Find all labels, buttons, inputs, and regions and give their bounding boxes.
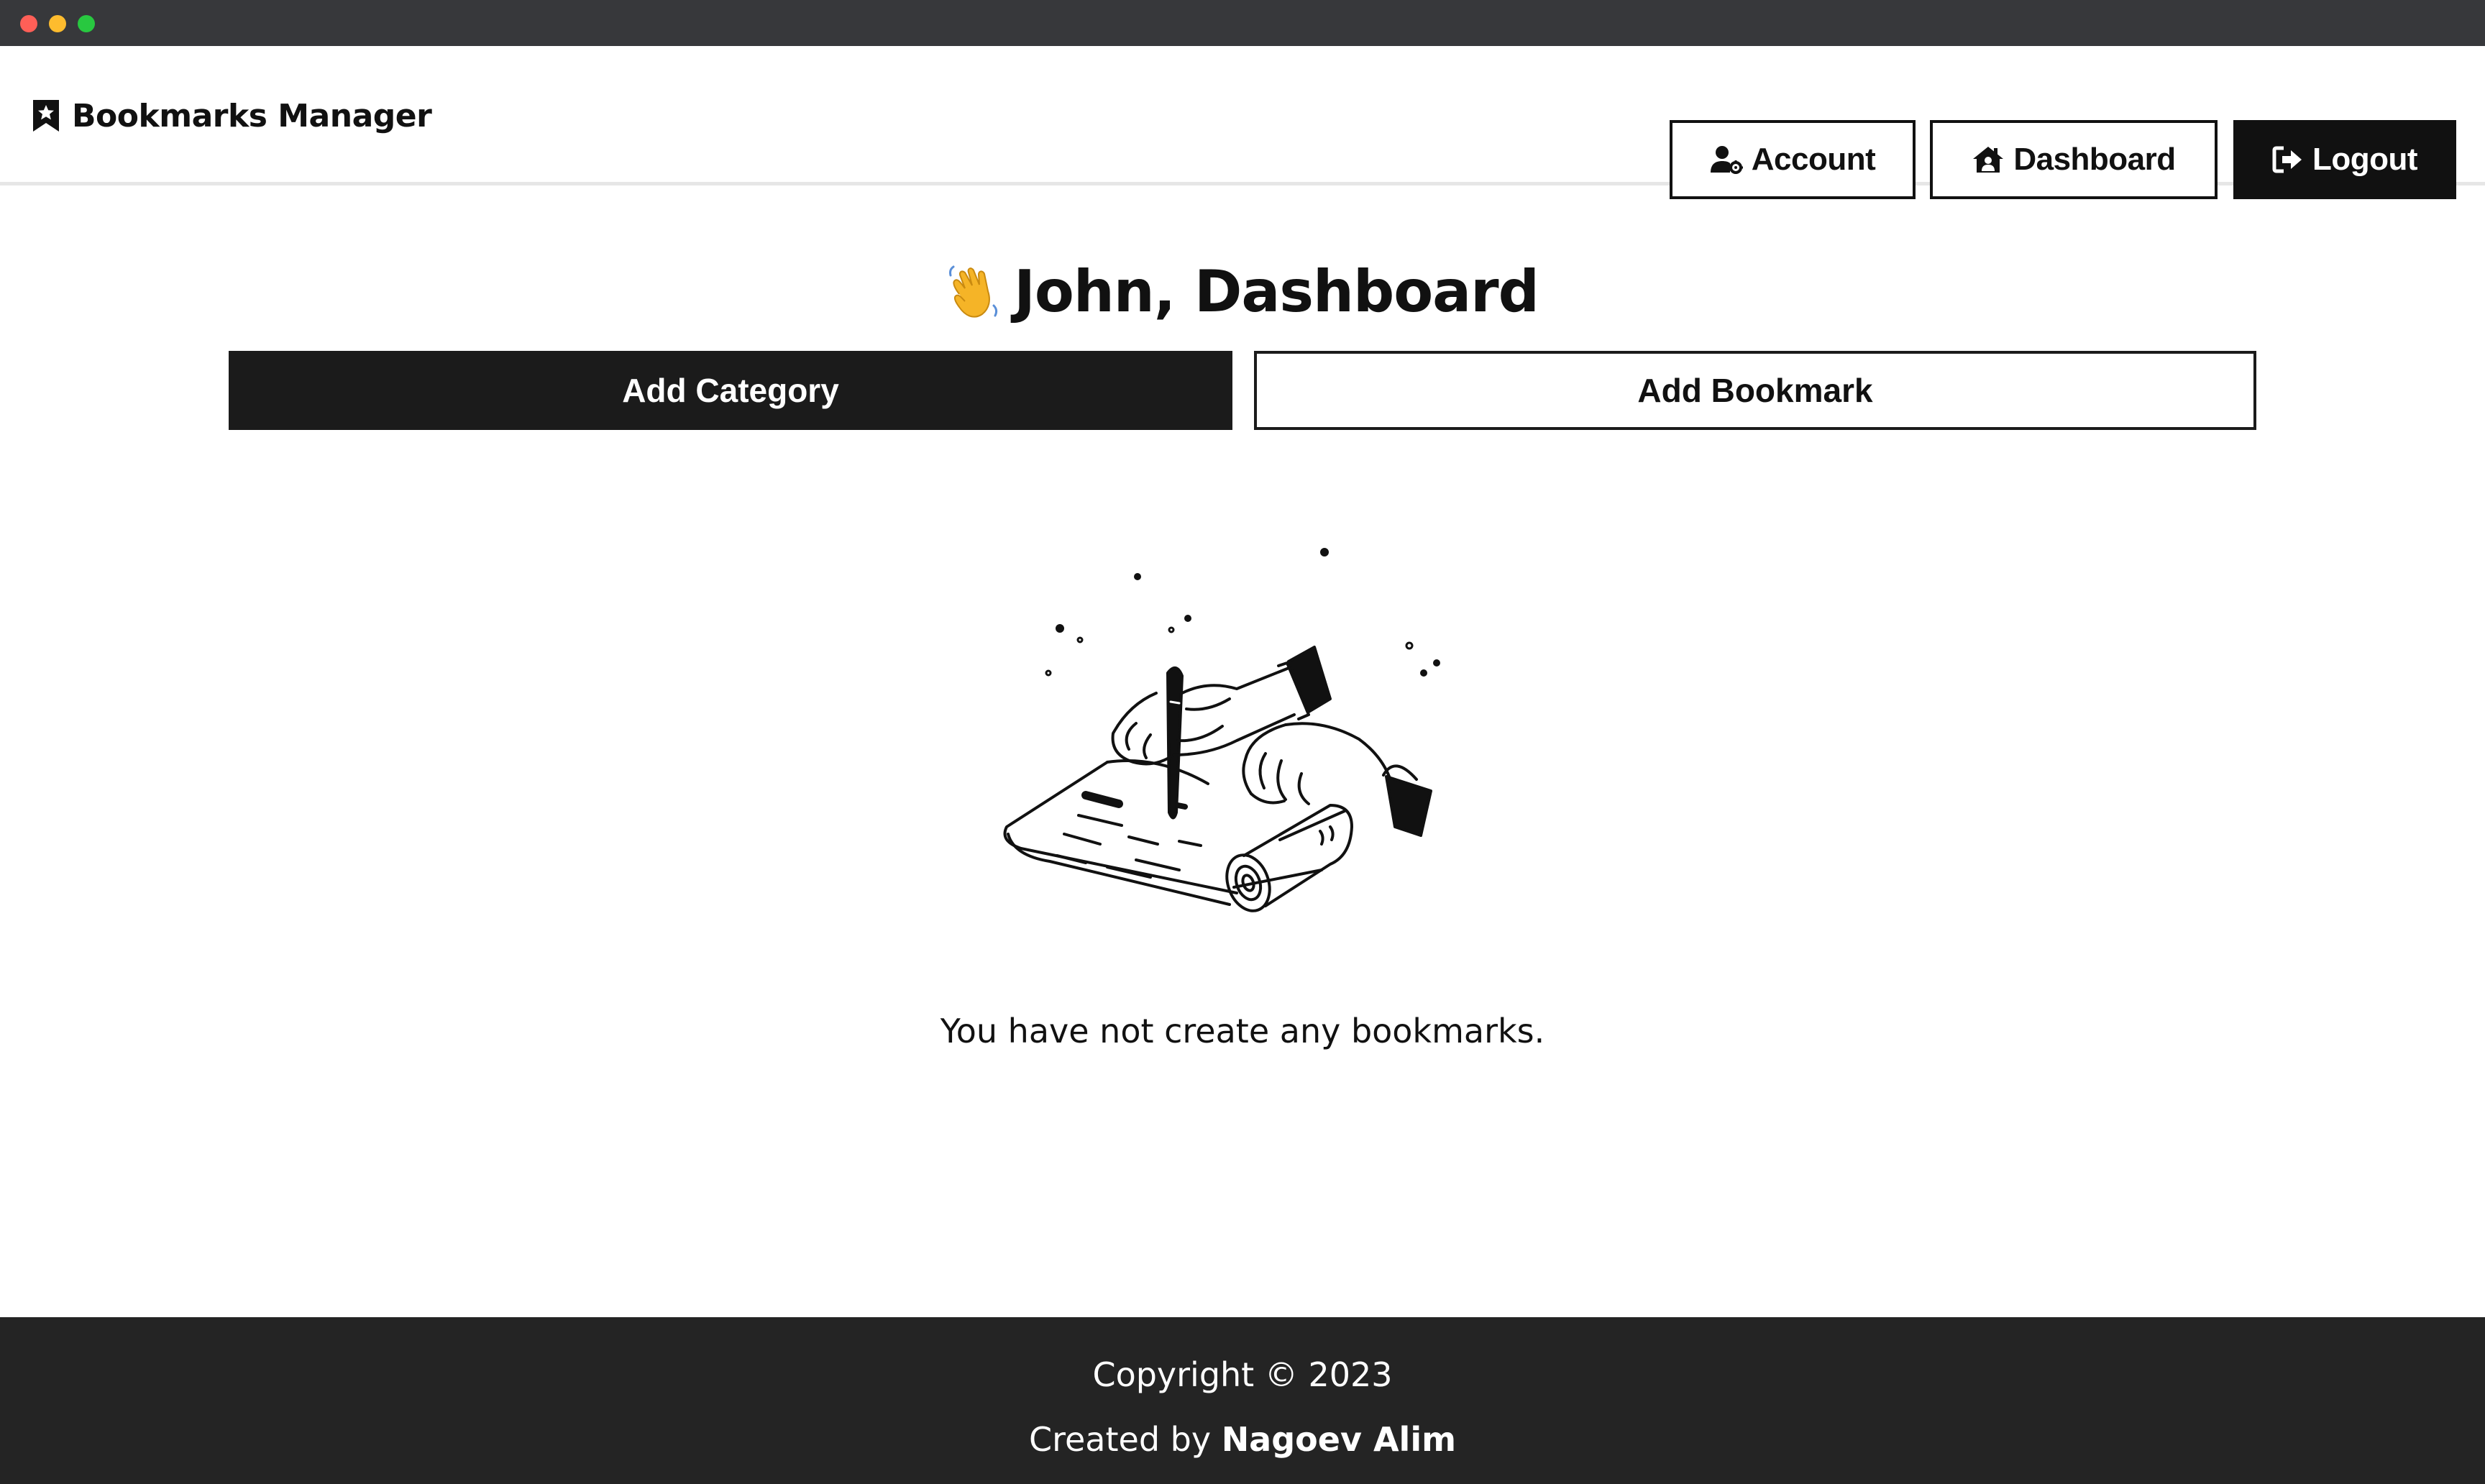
empty-state-message: You have not create any bookmarks. xyxy=(940,1012,1545,1050)
minimize-window-button[interactable] xyxy=(49,15,66,32)
sign-out-icon xyxy=(2272,146,2302,173)
created-by-line: Created by Nagoev Alim xyxy=(0,1411,2485,1468)
page: Bookmarks Manager Account Dashboard Logo… xyxy=(0,0,2485,1484)
bookmark-star-icon xyxy=(33,100,59,132)
copyright-text: Copyright © 2023 xyxy=(1092,1355,1393,1394)
footer: Copyright © 2023 Created by Nagoev Alim xyxy=(0,1317,2485,1484)
waving-hand-icon xyxy=(949,265,998,318)
add-bookmark-button[interactable]: Add Bookmark xyxy=(1254,351,2256,430)
dashboard-button[interactable]: Dashboard xyxy=(1930,120,2218,199)
account-label: Account xyxy=(1751,142,1876,177)
account-button[interactable]: Account xyxy=(1670,120,1916,199)
page-title: John, Dashboard xyxy=(0,252,2485,331)
created-by-prefix: Created by xyxy=(1028,1420,1212,1459)
close-window-button[interactable] xyxy=(20,15,37,32)
navbar: Bookmarks Manager Account Dashboard Logo… xyxy=(0,46,2485,199)
add-category-button[interactable]: Add Category xyxy=(229,351,1232,430)
brand-label: Bookmarks Manager xyxy=(72,97,432,134)
empty-state-illustration xyxy=(1003,548,1440,912)
zoom-window-button[interactable] xyxy=(78,15,95,32)
brand-link[interactable]: Bookmarks Manager xyxy=(32,92,432,139)
greeting-text: John, Dashboard xyxy=(1014,257,1539,325)
logout-button[interactable]: Logout xyxy=(2233,120,2456,199)
window-titlebar xyxy=(0,0,2485,46)
house-user-icon xyxy=(1973,147,2004,173)
logout-label: Logout xyxy=(2312,142,2418,177)
dashboard-label: Dashboard xyxy=(2013,142,2176,177)
author-link[interactable]: Nagoev Alim xyxy=(1222,1420,1456,1459)
user-gear-icon xyxy=(1710,146,1743,174)
